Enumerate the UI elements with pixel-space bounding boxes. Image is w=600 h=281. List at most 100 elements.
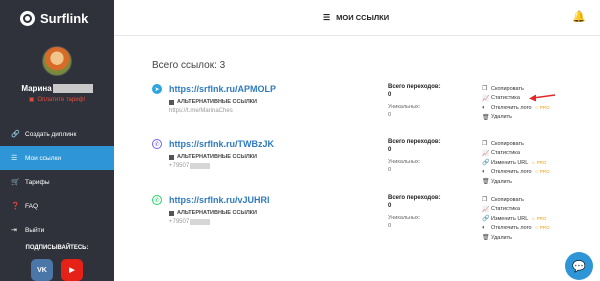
total-clicks-label: Всего переходов: [388,84,441,90]
delete-button[interactable]: 🗑 Удалить [482,177,592,187]
question-icon: ❓ [11,203,20,210]
alt-links-label: АЛЬТЕРНАТИВНЫЕ ССЫЛКИ [177,210,257,216]
sidebar: Surflink Марина ▣ Оплатите тариф! 🔗 Созд… [0,0,114,281]
link-stats: Всего переходов: 0 Уникальных: 0 [388,139,468,173]
copy-button[interactable]: ❐ Скопировать [482,195,592,205]
sidebar-item-logout[interactable]: ⇥ Выйти [0,218,114,242]
toggle-icon: ◐ [482,169,486,176]
sidebar-item-faq[interactable]: ❓ FAQ [0,194,114,218]
delete-label: Удалить [491,234,512,241]
sidebar-item-label: Выйти [25,226,45,234]
delete-button[interactable]: 🗑 Удалить [482,233,592,243]
pro-label: PRO [536,215,547,221]
social-links: VK ▶ [31,259,83,281]
avatar[interactable] [42,46,72,76]
subscribe-label: ПОДПИСЫВАЙТЕСЬ: [25,245,89,251]
trash-icon: 🗑 [482,179,490,186]
alt-links-label: АЛЬТЕРНАТИВНЫЕ ССЫЛКИ [177,99,257,105]
profile: Марина ▣ Оплатите тариф! [0,46,114,103]
page-title-text: МОИ ССЫЛКИ [336,13,390,22]
link-item: ✆ https://srflnk.ru/vJUHRl АЛЬТЕРНАТИВНЫ… [152,193,582,241]
delete-button[interactable]: 🗑 Удалить [482,113,592,123]
disable-logo-button[interactable]: ◐ Отключить лого ☆ PRO [482,168,592,178]
original-url-text: +79507 [169,163,190,169]
copy-icon: ❐ [482,86,488,93]
sidebar-item-tariffs[interactable]: 🛒 Тарифы [0,170,114,194]
copy-button[interactable]: ❐ Скопировать [482,139,592,149]
disable-logo-label: Отключить лого [491,104,532,111]
viber-icon: ✆ [152,139,162,149]
disable-logo-button[interactable]: ◐ Отключить лого ☆ PRO [482,103,592,113]
vk-icon[interactable]: VK [31,259,53,281]
pro-badge: ☆ PRO [534,104,550,110]
pro-badge: ☆ PRO [534,169,550,175]
total-clicks-value: 0 [388,92,392,98]
pay-tariff-label: Оплатите тариф! [37,96,86,103]
checkbox-icon [169,99,174,105]
unique-clicks-label: Уникальных: [388,215,421,221]
logout-icon: ⇥ [11,227,17,234]
chart-icon: 📈 [482,150,490,157]
card-icon: ▣ [28,97,35,103]
chat-widget-button[interactable]: 💬 [565,252,593,280]
short-url-link[interactable]: https://srflnk.ru/APMOLP [169,84,276,94]
link-icon: 🔗 [482,216,490,223]
link-icon: 🔗 [482,160,490,167]
pro-badge: ☆ PRO [531,159,547,165]
link-actions: ❐ Скопировать 📈 Статистика ◐ Отключить л… [482,84,592,122]
list-icon: ☰ [323,13,331,22]
trash-icon: 🗑 [482,235,490,242]
copy-icon: ❐ [482,197,488,204]
total-links-count: Всего ссылок: 3 [152,60,226,71]
change-url-label: Изменить URL [491,159,529,166]
statistics-button[interactable]: 📈 Статистика [482,205,592,215]
disable-logo-button[interactable]: ◐ Отключить лого ☆ PRO [482,224,592,234]
pay-tariff-link[interactable]: ▣ Оплатите тариф! [0,96,114,104]
phone-redacted [190,163,211,169]
statistics-label: Статистика [491,206,520,213]
short-url-link[interactable]: https://srflnk.ru/TWBzJK [169,139,274,149]
original-url-text: +79507 [169,219,190,225]
link-icon: 🔗 [11,131,20,138]
pro-label: PRO [539,225,550,231]
short-url-link[interactable]: https://srflnk.ru/vJUHRl [169,195,270,205]
page-title: ☰ МОИ ССЫЛКИ [323,13,389,22]
sidebar-menu: 🔗 Создать диплинк ☰ Мои ссылки 🛒 Тарифы … [0,122,114,242]
statistics-label: Статистика [491,95,520,102]
copy-label: Скопировать [491,196,524,203]
sidebar-item-label: Мои ссылки [25,154,61,162]
pro-badge: ☆ PRO [534,225,550,231]
sidebar-item-label: FAQ [25,202,39,210]
sidebar-item-create-deeplink[interactable]: 🔗 Создать диплинк [0,122,114,146]
unique-clicks-label: Уникальных: [388,104,421,110]
sidebar-item-label: Создать диплинк [25,130,77,138]
unique-clicks-value: 0 [388,223,392,229]
youtube-icon[interactable]: ▶ [61,259,83,281]
list-icon: ☰ [11,155,18,162]
unique-clicks-value: 0 [388,167,392,173]
delete-label: Удалить [491,178,512,185]
total-clicks-value: 0 [388,203,392,209]
copy-label: Скопировать [491,140,524,147]
disable-logo-label: Отключить лого [491,169,532,176]
link-actions: ❐ Скопировать 📈 Статистика 🔗 Изменить UR… [482,195,592,243]
cart-icon: 🛒 [11,179,20,186]
sidebar-item-my-links[interactable]: ☰ Мои ссылки [0,146,114,170]
total-clicks-label: Всего переходов: [388,139,441,145]
link-item: ➤ https://srflnk.ru/APMOLP АЛЬТЕРНАТИВНЫ… [152,82,582,121]
pro-label: PRO [536,159,547,165]
disable-logo-label: Отключить лого [491,225,532,232]
phone-redacted [190,219,211,225]
chart-icon: 📈 [482,95,490,102]
toggle-icon: ◐ [482,225,486,232]
checkbox-icon [169,210,174,216]
change-url-button[interactable]: 🔗 Изменить URL ☆ PRO [482,158,592,168]
change-url-button[interactable]: 🔗 Изменить URL ☆ PRO [482,214,592,224]
user-name: Марина [21,84,52,93]
statistics-button[interactable]: 📈 Статистика [482,149,592,159]
original-url-text: https://t.me/MarinaChes [169,108,233,114]
logo[interactable]: Surflink [0,0,114,36]
bell-icon[interactable]: 🔔 [572,10,586,23]
delete-label: Удалить [491,114,512,121]
trash-icon: 🗑 [482,114,490,121]
